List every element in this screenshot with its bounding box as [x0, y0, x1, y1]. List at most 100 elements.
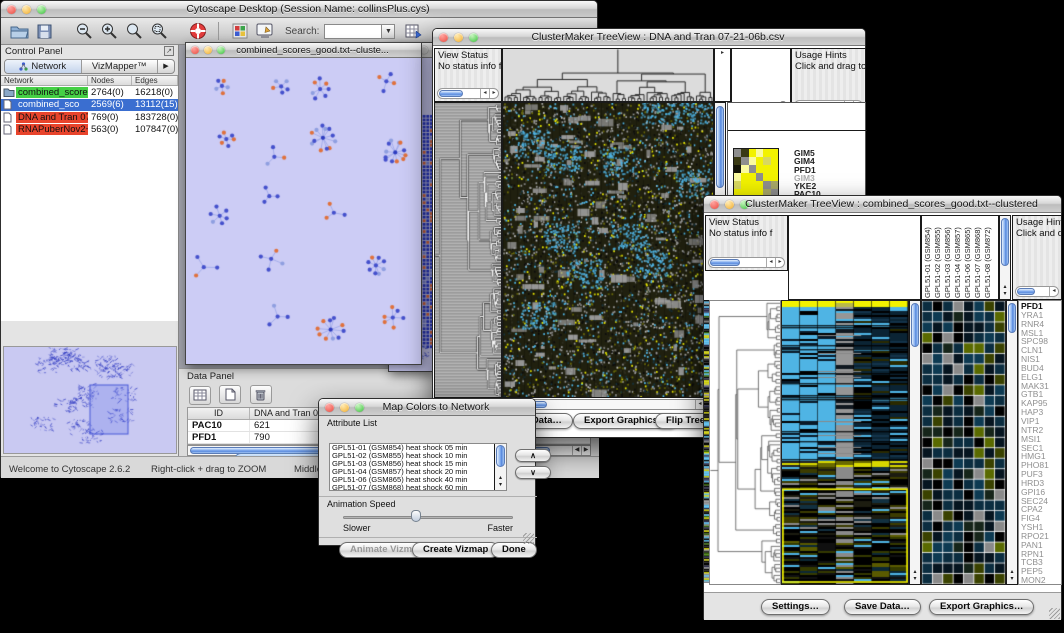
- close-button[interactable]: [439, 33, 448, 42]
- new-attribute-button[interactable]: [219, 385, 241, 404]
- tv1-heatmap[interactable]: [502, 102, 714, 398]
- mini-heatmap[interactable]: [733, 148, 779, 198]
- open-session-button[interactable]: [7, 20, 32, 43]
- select-attributes-button[interactable]: [189, 386, 211, 405]
- minimize-button[interactable]: [204, 46, 212, 54]
- resize-grip[interactable]: [1049, 608, 1060, 619]
- tv1-arrow-strip[interactable]: ▸: [714, 48, 731, 102]
- network-row[interactable]: RNAPuberNov2+1563(0)107847(0): [1, 124, 178, 137]
- zoom-fit-button[interactable]: [121, 20, 146, 43]
- settings-button[interactable]: Settings…: [761, 599, 830, 615]
- search-input[interactable]: [324, 24, 382, 39]
- scroll-thumb[interactable]: [716, 106, 724, 188]
- birdseye-view[interactable]: [3, 346, 177, 454]
- close-button[interactable]: [325, 403, 334, 412]
- tv2-main-vscrollbar[interactable]: ▴▾: [909, 300, 921, 585]
- scroll-left-arrow[interactable]: ◂: [766, 258, 775, 267]
- scroll-arrows[interactable]: ▴▾: [495, 475, 506, 489]
- dialog-titlebar[interactable]: Map Colors to Network: [319, 399, 535, 416]
- tv2-collabel-vscrollbar[interactable]: ▴▾: [999, 215, 1011, 300]
- view-status-scrollbar[interactable]: ◂ ▸: [708, 257, 785, 268]
- zoom-out-button[interactable]: [71, 20, 96, 43]
- scroll-thumb[interactable]: [496, 445, 505, 467]
- annotation-button[interactable]: [252, 20, 277, 43]
- move-up-button[interactable]: ∧: [515, 449, 551, 462]
- attribute-list-vscrollbar[interactable]: ▴▾: [494, 444, 506, 490]
- scroll-right-arrow[interactable]: ▸: [489, 89, 498, 98]
- col-header-edges[interactable]: Edges: [132, 76, 178, 85]
- tv2-column-dendrogram-area[interactable]: [788, 215, 921, 300]
- tv1-titlebar[interactable]: ClusterMaker TreeView : DNA and Tran 07-…: [433, 29, 865, 46]
- tv2-zoom-vscrollbar[interactable]: ▴▾: [1006, 300, 1018, 585]
- scroll-thumb[interactable]: [1001, 218, 1009, 266]
- col-header-id[interactable]: ID: [188, 408, 250, 419]
- zoom-in-button[interactable]: [96, 20, 121, 43]
- network-row[interactable]: DNA and Tran 07769(0)183728(0): [1, 111, 178, 124]
- row-dendrogram-canvas[interactable]: [435, 103, 501, 397]
- animation-slider-track[interactable]: [343, 516, 513, 519]
- save-session-button[interactable]: [32, 20, 57, 43]
- resize-grip[interactable]: [523, 533, 534, 544]
- view-status-scrollbar[interactable]: ◂ ▸: [437, 88, 499, 99]
- network-table-header[interactable]: Network Nodes Edges: [1, 76, 178, 86]
- tab-overflow-button[interactable]: ▶: [158, 60, 174, 73]
- tv2-button-bar: Settings… Save Data… Export Graphics…: [704, 592, 1061, 620]
- close-button[interactable]: [710, 200, 719, 209]
- col-header-network[interactable]: Network: [1, 76, 88, 85]
- heatmap-canvas[interactable]: [503, 103, 713, 397]
- scroll-arrows[interactable]: ▴▾: [1000, 284, 1010, 298]
- save-data-button[interactable]: Save Data…: [844, 599, 921, 615]
- tv2-titlebar[interactable]: ClusterMaker TreeView : combined_scores_…: [704, 196, 1061, 213]
- row-dendrogram-canvas[interactable]: [710, 301, 780, 584]
- chevron-down-icon[interactable]: ▼: [382, 24, 395, 39]
- search-combobox[interactable]: ▼: [324, 24, 395, 39]
- scroll-right-arrow[interactable]: ▶: [581, 446, 590, 455]
- birdseye-canvas[interactable]: [4, 347, 176, 453]
- scroll-left-arrow[interactable]: ◂: [1049, 287, 1058, 296]
- attribute-listbox[interactable]: GPL51-01 (GSM854) heat shock 05 minGPL51…: [329, 443, 507, 491]
- delete-attribute-button[interactable]: [250, 385, 272, 404]
- scroll-left-arrow[interactable]: ◂: [480, 89, 489, 98]
- help-button[interactable]: [185, 20, 210, 43]
- attribute-list-item[interactable]: GPL51-07 (GSM868) heat shock 60 min: [330, 484, 506, 491]
- zoom-heatmap-canvas[interactable]: [922, 301, 1005, 584]
- scroll-left-arrow[interactable]: ◀: [572, 446, 581, 455]
- scroll-thumb[interactable]: [710, 259, 740, 266]
- vizmapper-button[interactable]: [227, 20, 252, 43]
- tv2-zoom-heatmap[interactable]: [921, 300, 1006, 585]
- tv1-row-dendrogram[interactable]: [434, 102, 502, 398]
- tv2-heatmap[interactable]: [781, 300, 909, 585]
- create-vizmap-button[interactable]: Create Vizmap: [412, 542, 499, 558]
- import-attributes-button[interactable]: [401, 20, 426, 43]
- move-down-button[interactable]: ∨: [515, 466, 551, 479]
- close-button[interactable]: [191, 46, 199, 54]
- usage-hints-scrollbar[interactable]: ◂: [1015, 286, 1059, 297]
- animation-slider-thumb[interactable]: [411, 510, 421, 522]
- inner-titlebar[interactable]: combined_scores_good.txt--cluste...: [186, 43, 421, 58]
- heatmap-canvas[interactable]: [782, 301, 908, 584]
- tv1-column-dendrogram[interactable]: [502, 48, 714, 102]
- network-canvas[interactable]: [186, 58, 421, 364]
- export-graphics-button[interactable]: Export Graphics…: [929, 599, 1034, 615]
- network-row[interactable]: combined_sco2569(6)13112(15): [1, 99, 178, 112]
- done-button[interactable]: Done: [491, 542, 537, 558]
- main-titlebar[interactable]: Cytoscape Desktop (Session Name: collins…: [1, 1, 597, 18]
- tab-vizmapper[interactable]: VizMapper™: [82, 60, 159, 73]
- expand-arrow-icon[interactable]: ▸: [721, 50, 724, 56]
- scroll-arrows[interactable]: ▴▾: [910, 569, 920, 583]
- tab-network[interactable]: Network: [5, 60, 82, 73]
- network-nodes-count: 2764(0): [88, 87, 132, 98]
- zoom-selected-button[interactable]: [146, 20, 171, 43]
- scroll-thumb[interactable]: [439, 90, 463, 97]
- tv2-row-dendrogram[interactable]: [709, 300, 781, 585]
- col-header-nodes[interactable]: Nodes: [88, 76, 132, 85]
- scroll-arrows[interactable]: ▴▾: [1007, 569, 1017, 583]
- scroll-right-arrow[interactable]: ▸: [775, 258, 784, 267]
- column-dendrogram-canvas[interactable]: [503, 49, 713, 101]
- scroll-thumb[interactable]: [911, 303, 919, 347]
- scroll-thumb[interactable]: [1017, 288, 1035, 295]
- network-row[interactable]: combined_scores2764(0)16218(0): [1, 86, 178, 99]
- scroll-thumb[interactable]: [1008, 303, 1016, 333]
- close-button[interactable]: [7, 5, 16, 14]
- float-panel-icon[interactable]: ↗: [164, 46, 174, 56]
